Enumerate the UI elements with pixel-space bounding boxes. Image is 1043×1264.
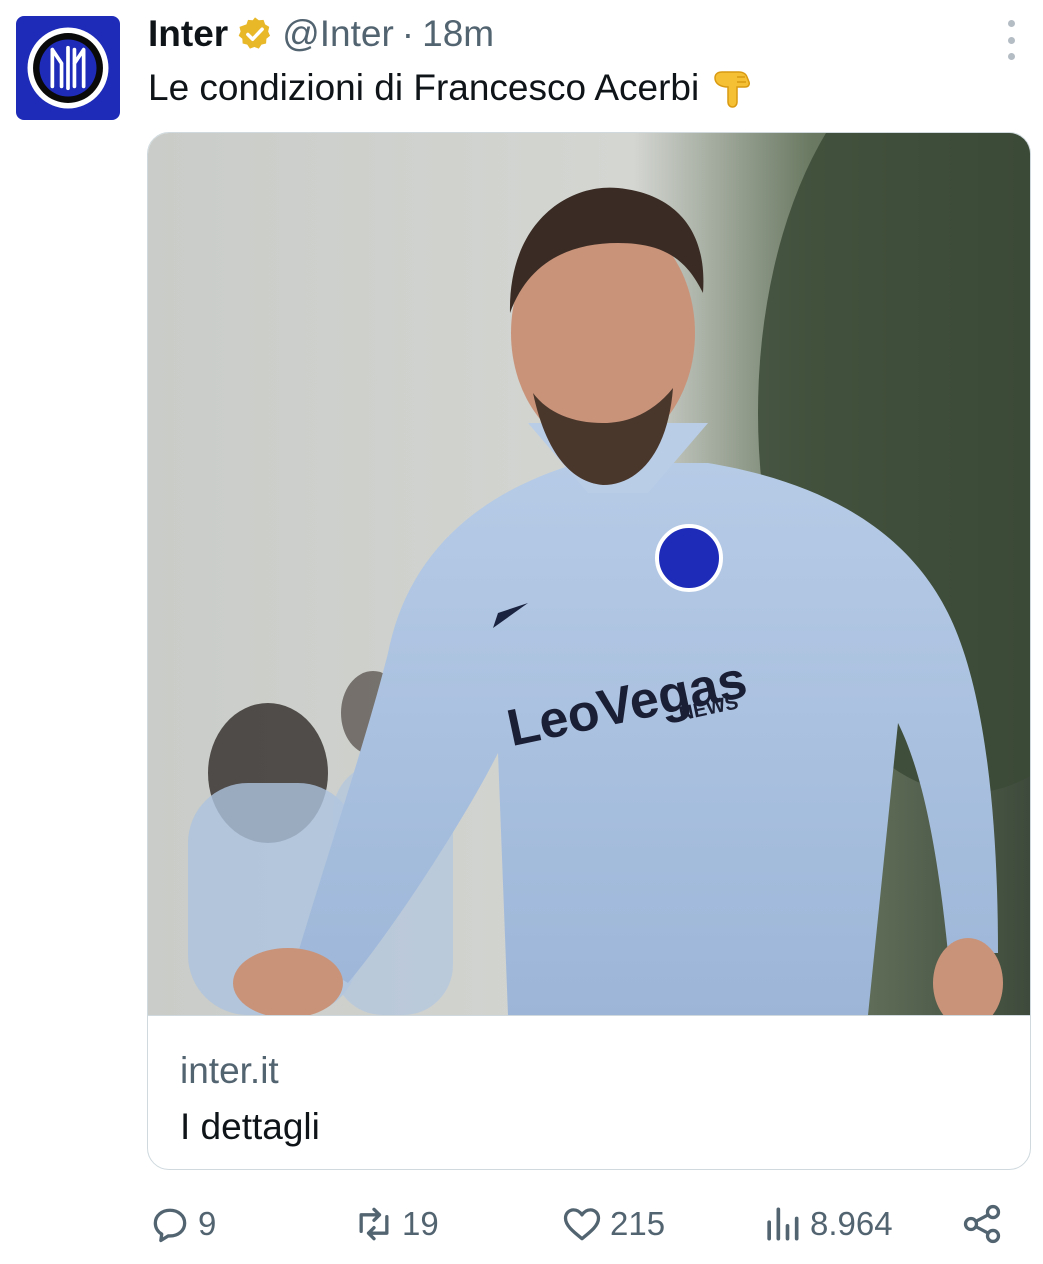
tweet-text: Le condizioni di Francesco Acerbi (148, 67, 700, 108)
card-image[interactable]: LeoVegas .NEWS (148, 133, 1030, 1015)
card-footer[interactable]: inter.it I dettagli (148, 1015, 1030, 1169)
like-count: 215 (610, 1205, 666, 1242)
views-icon (767, 1207, 799, 1241)
action-bar: 9 19 215 8.964 (148, 1196, 1018, 1252)
like-button[interactable]: 215 (560, 1196, 665, 1252)
heart-icon (563, 1208, 601, 1241)
views-count: 8.964 (810, 1205, 893, 1242)
reply-icon (153, 1208, 187, 1243)
share-button[interactable] (960, 1196, 1004, 1252)
author-name[interactable]: Inter (148, 13, 228, 55)
views-button[interactable]: 8.964 (760, 1196, 893, 1252)
card-title: I dettagli (180, 1106, 320, 1147)
share-icon (963, 1204, 1001, 1244)
link-card[interactable]: LeoVegas .NEWS inter.it I dettagli (147, 132, 1031, 1170)
tweet-header: Inter @Inter · 18m (148, 10, 494, 58)
player-photo: LeoVegas .NEWS (148, 133, 1030, 1015)
inter-logo-icon (27, 27, 109, 109)
tweet-body: Le condizioni di Francesco Acerbi (148, 64, 757, 112)
avatar[interactable] (16, 16, 120, 120)
pointing-down-emoji-icon (709, 64, 757, 112)
post-time[interactable]: 18m (422, 13, 494, 55)
more-options-icon[interactable] (1001, 20, 1021, 60)
separator-dot: · (401, 13, 415, 54)
reply-button[interactable]: 9 (148, 1196, 216, 1252)
author-handle[interactable]: @Inter (282, 13, 394, 55)
verified-badge-icon[interactable] (236, 15, 274, 53)
card-domain: inter.it (180, 1050, 279, 1091)
reply-count: 9 (198, 1205, 217, 1242)
repost-icon (359, 1207, 389, 1241)
repost-button[interactable]: 19 (352, 1196, 439, 1252)
repost-count: 19 (402, 1205, 439, 1242)
